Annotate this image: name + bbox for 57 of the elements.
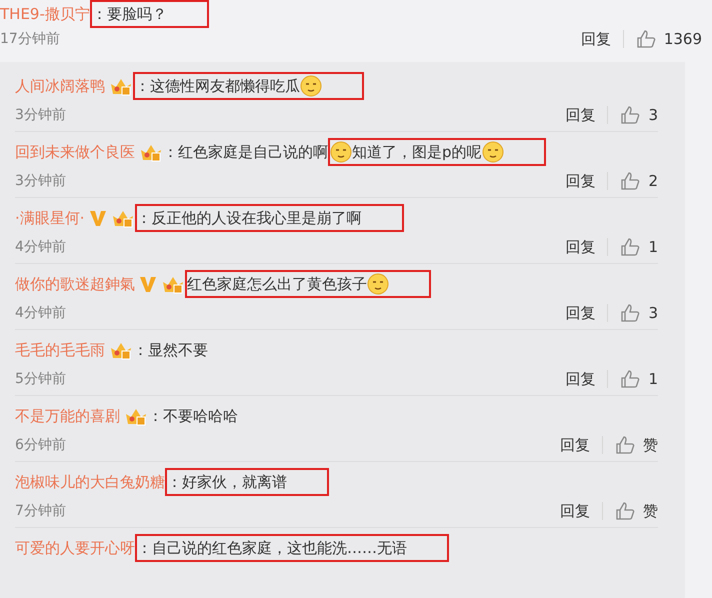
user-name[interactable]: 人间冰阔落鸭 [15,74,105,98]
reply-link[interactable]: 回复 [565,236,596,258]
comment-text: ：红色家庭是自己说的啊 [163,142,328,163]
reply-link[interactable]: 回复 [565,170,596,192]
user-name[interactable]: 不是万能的喜剧 [15,404,120,428]
timestamp: 7分钟前 [15,502,66,520]
thumbs-up-icon[interactable] [620,369,640,389]
reply-link[interactable]: 回复 [565,368,596,390]
timestamp: 17分钟前 [0,30,60,48]
user-name[interactable]: 做你的歌迷超鉮氣 [15,272,135,296]
thumbs-up-icon[interactable] [636,29,656,49]
comment-text: ：反正他的人设在我心里是崩了啊 [136,208,362,229]
comment-text: ：显然不要 [133,340,208,361]
comment-text: 知道了，图是p的呢 [352,142,482,163]
reply-link[interactable]: 回复 [565,302,596,324]
user-name[interactable]: 毛毛的毛毛雨 [15,338,105,362]
user-name[interactable]: ·满眼星何· [15,206,85,230]
reply-link[interactable]: 回复 [565,104,596,126]
emoji-icon [300,75,322,97]
timestamp: 4分钟前 [15,304,66,322]
user-name[interactable]: 回到未来做个良医 [15,140,135,164]
timestamp: 3分钟前 [15,106,66,124]
like-count: 1 [648,368,658,390]
thumbs-up-icon[interactable] [615,501,635,521]
user-name[interactable]: 泡椒味儿的大白兔奶糖 [15,470,165,494]
thumbs-up-icon[interactable] [620,303,640,323]
timestamp: 5分钟前 [15,370,66,388]
timestamp: 3分钟前 [15,172,66,190]
like-count: 3 [648,302,658,324]
emoji-icon [482,141,504,163]
user-name[interactable]: THE9-撒贝宁 [0,2,90,26]
timestamp: 6分钟前 [15,436,66,454]
thumbs-up-icon[interactable] [620,171,640,191]
thumbs-up-icon[interactable] [620,105,640,125]
reply-link[interactable]: 回复 [580,28,611,50]
timestamp: 4分钟前 [15,238,66,256]
v-icon [139,274,157,294]
comment-text: ：好家伙，就离谱 [167,472,287,493]
reply-link[interactable]: 回复 [560,434,590,456]
like-count: 3 [648,104,658,126]
thumbs-up-icon[interactable] [620,237,640,257]
v-icon [88,208,107,228]
comment-text: ：不要哈哈哈 [148,406,238,427]
like-count: 2 [648,170,658,192]
like-count: 赞 [643,434,658,456]
like-count: 1369 [664,28,702,50]
comment-text: ：自己说的红色家庭，这也能洗……无语 [137,538,407,559]
emoji-icon [367,273,389,295]
like-count: 赞 [643,500,658,522]
comment-text: ：这德性网友都懒得吃瓜 [135,76,300,97]
like-count: 1 [648,236,658,258]
emoji-icon [330,141,352,163]
comment-text: 红色家庭怎么出了黄色孩子 [187,274,367,295]
user-name[interactable]: 可爱的人要开心呀 [15,536,135,560]
thumbs-up-icon[interactable] [615,435,635,455]
comment-text: ：要脸吗？ [92,4,167,25]
reply-link[interactable]: 回复 [560,500,590,522]
